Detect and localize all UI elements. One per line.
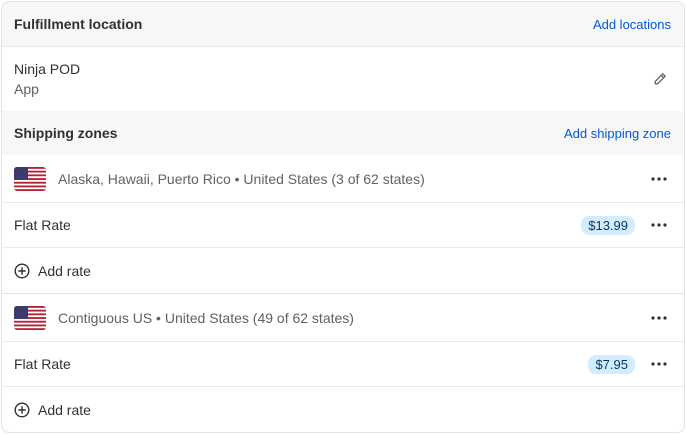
location-type: App (14, 81, 39, 97)
more-horizontal-icon (651, 176, 667, 181)
zone-header: Contiguous US • United States (49 of 62 … (2, 294, 684, 342)
zone-label: Contiguous US • United States (49 of 62 … (58, 309, 354, 326)
plus-circle-icon (14, 401, 30, 418)
shipping-zones-title: Shipping zones (14, 125, 118, 141)
rate-more-actions-button[interactable] (649, 354, 669, 374)
rate-price-badge: $7.95 (588, 354, 635, 374)
zone-label: Alaska, Hawaii, Puerto Rico • United Sta… (58, 170, 425, 187)
us-flag-icon (14, 166, 46, 191)
us-flag-icon (14, 305, 46, 330)
shipping-card: Fulfillment location Add locations Ninja… (1, 1, 685, 433)
rate-more-actions-button[interactable] (649, 215, 669, 235)
add-rate-label: Add rate (38, 401, 91, 418)
rate-price-badge: $13.99 (581, 215, 635, 235)
rate-name: Flat Rate (14, 356, 71, 372)
add-locations-link[interactable]: Add locations (593, 17, 671, 32)
add-shipping-zone-link[interactable]: Add shipping zone (564, 126, 671, 141)
more-horizontal-icon (651, 362, 667, 366)
rate-name: Flat Rate (14, 217, 71, 233)
rate-row: Flat Rate $13.99 (2, 203, 684, 248)
zone-more-actions-button[interactable] (649, 169, 669, 189)
shipping-zone: Contiguous US • United States (49 of 62 … (2, 294, 684, 432)
more-horizontal-icon (651, 223, 667, 227)
more-horizontal-icon (651, 315, 667, 320)
shipping-zone: Alaska, Hawaii, Puerto Rico • United Sta… (2, 155, 684, 293)
pencil-icon[interactable] (652, 71, 668, 87)
fulfillment-location-header: Fulfillment location Add locations (2, 2, 684, 46)
fulfillment-location-title: Fulfillment location (14, 16, 143, 32)
location-name: Ninja POD (14, 61, 81, 77)
add-rate-button[interactable]: Add rate (2, 387, 684, 432)
shipping-zones-header: Shipping zones Add shipping zone (2, 111, 684, 155)
location-info: Ninja POD App (14, 59, 80, 99)
rate-row: Flat Rate $7.95 (2, 342, 684, 387)
add-rate-button[interactable]: Add rate (2, 248, 684, 293)
add-rate-label: Add rate (38, 262, 91, 279)
zone-header: Alaska, Hawaii, Puerto Rico • United Sta… (2, 155, 684, 203)
plus-circle-icon (14, 262, 30, 279)
zone-more-actions-button[interactable] (649, 308, 669, 328)
location-row: Ninja POD App (2, 46, 684, 111)
